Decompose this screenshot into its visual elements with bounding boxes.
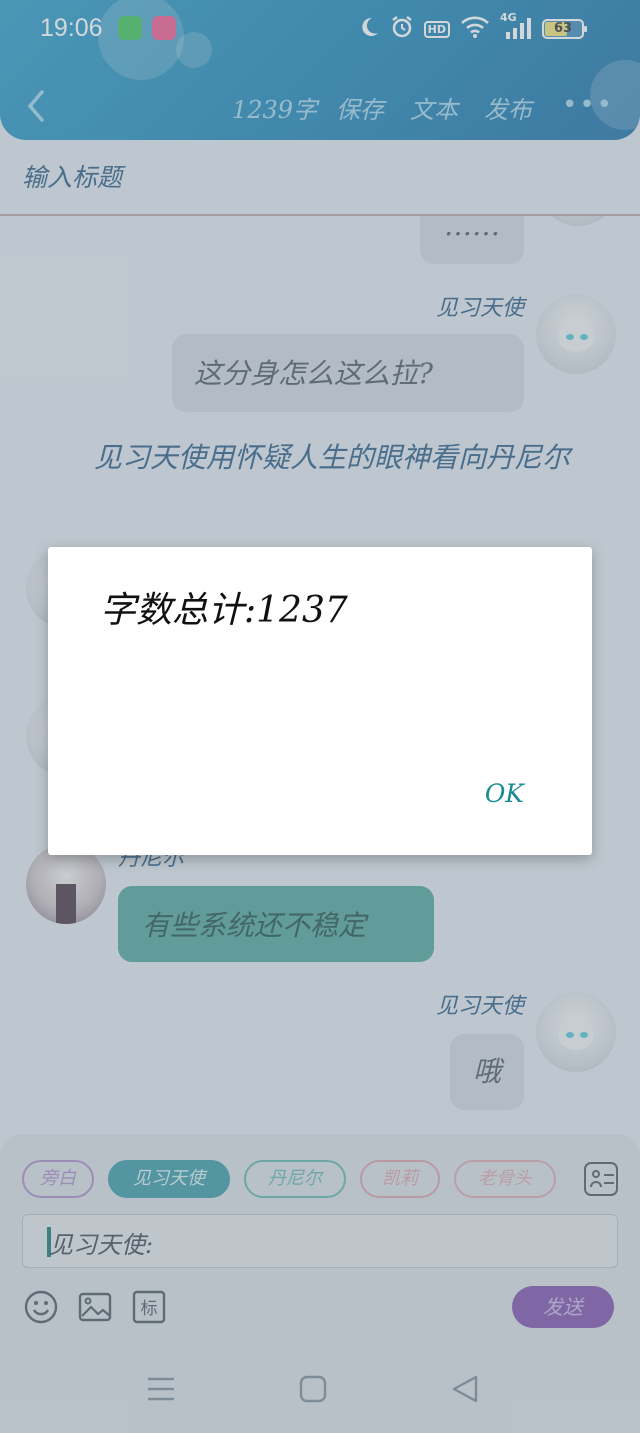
ok-button[interactable]: OK xyxy=(485,779,524,808)
dialog-message: 字数总计:1237 xyxy=(100,590,348,631)
word-count-dialog: 字数总计:1237 OK xyxy=(48,547,592,855)
